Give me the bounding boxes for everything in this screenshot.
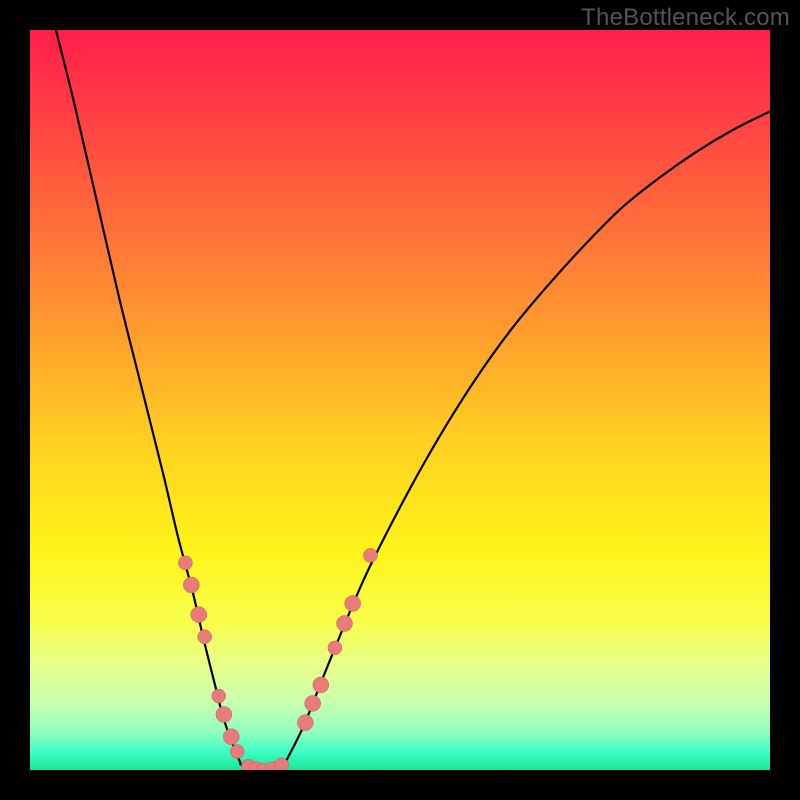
chart-frame: TheBottleneck.com	[0, 0, 800, 800]
data-marker	[191, 607, 207, 623]
data-marker	[183, 577, 199, 593]
data-marker	[212, 689, 226, 703]
data-marker	[216, 707, 232, 723]
data-marker	[297, 715, 313, 731]
data-marker	[275, 758, 289, 770]
data-marker	[305, 695, 321, 711]
bottleneck-curve	[56, 30, 770, 770]
data-marker	[313, 677, 329, 693]
watermark-text: TheBottleneck.com	[581, 4, 790, 32]
curve-layer	[30, 30, 770, 770]
data-marker	[223, 729, 239, 745]
data-marker	[337, 615, 353, 631]
data-marker	[230, 745, 244, 759]
data-marker	[178, 556, 192, 570]
data-marker	[363, 548, 377, 562]
plot-area	[30, 30, 770, 770]
data-marker	[345, 596, 361, 612]
data-marker	[328, 641, 342, 655]
data-marker	[198, 630, 212, 644]
